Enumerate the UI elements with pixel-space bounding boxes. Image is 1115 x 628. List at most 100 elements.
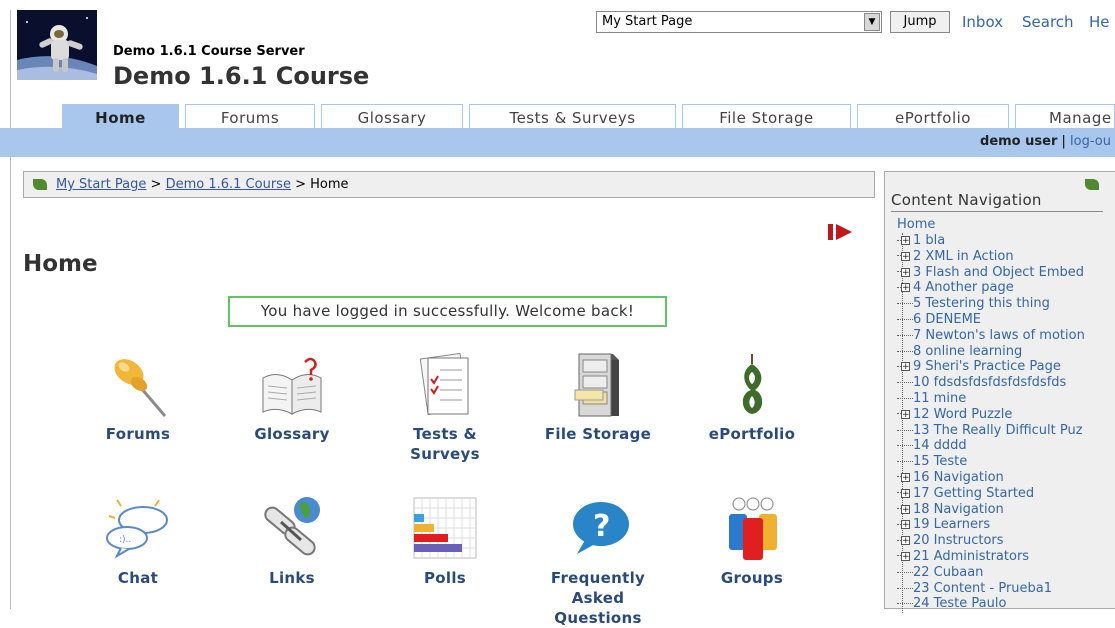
tool-tests-surveys[interactable]: Tests & Surveys [375, 350, 515, 464]
open-book-icon[interactable] [257, 350, 327, 420]
breadcrumb-course[interactable]: Demo 1.6.1 Course [166, 177, 291, 192]
tab-file-storage[interactable]: File Storage [682, 104, 851, 128]
nav-tree-item[interactable]: 14 dddd [897, 438, 1085, 454]
tab-glossary[interactable]: Glossary [321, 104, 463, 128]
tool-links[interactable]: Links [222, 494, 362, 588]
nav-tree-item[interactable]: 6 DENEME [897, 312, 1085, 328]
nav-tree-item-label[interactable]: 23 Content - Prueba1 [913, 581, 1052, 596]
search-link[interactable]: Search [1022, 13, 1074, 31]
nav-tree-item-label[interactable]: 19 Learners [913, 517, 990, 532]
inbox-link[interactable]: Inbox [962, 13, 1003, 31]
tab-eportfolio[interactable]: ePortfolio [857, 104, 1009, 128]
nav-tree-item[interactable]: +20 Instructors [897, 533, 1085, 549]
nav-tree-item-label[interactable]: 22 Cubaan [913, 565, 983, 580]
nav-tree-item-label[interactable]: 17 Getting Started [913, 486, 1034, 501]
breadcrumb-my-start-page[interactable]: My Start Page [56, 177, 146, 192]
nav-tree-item-label[interactable]: 9 Sheri's Practice Page [913, 359, 1061, 374]
nav-tree-item-label[interactable]: 6 DENEME [913, 312, 981, 327]
nav-tree-item[interactable]: 8 online learning [897, 344, 1085, 360]
question-bubble-icon[interactable]: ? [563, 494, 633, 564]
nav-tree-item[interactable]: +12 Word Puzzle [897, 407, 1085, 423]
bar-chart-icon[interactable] [410, 494, 480, 564]
people-group-icon[interactable] [717, 494, 787, 564]
tool-label: Tests & Surveys [410, 425, 480, 463]
expand-plus-icon[interactable]: + [901, 551, 910, 561]
nav-tree-item[interactable]: +1 bla [897, 233, 1085, 249]
tool-chat[interactable]: :).. Chat [68, 494, 208, 588]
nav-home-link[interactable]: Home [897, 217, 935, 232]
nav-tree-item-label[interactable]: 7 Newton's laws of motion [913, 328, 1085, 343]
nav-tree-item-label[interactable]: 4 Another page [913, 280, 1014, 295]
nav-tree-item-label[interactable]: 10 fdsdsfdsfdsfdsfdsfds [913, 375, 1066, 390]
jump-select[interactable]: My Start Page ▼ [596, 11, 882, 33]
filing-cabinet-icon[interactable] [563, 350, 633, 420]
nav-tree-item[interactable]: 5 Testering this thing [897, 296, 1085, 312]
nav-tree-item-label[interactable]: 12 Word Puzzle [913, 407, 1012, 422]
tool-polls[interactable]: Polls [375, 494, 515, 588]
tool-groups[interactable]: Groups [682, 494, 822, 588]
leaf-icon[interactable] [1085, 179, 1099, 190]
nav-tree-item[interactable]: +18 Navigation [897, 502, 1085, 518]
nav-tree-item-label[interactable]: 11 mine [913, 391, 966, 406]
expand-plus-icon[interactable]: + [901, 283, 910, 293]
jump-button[interactable]: Jump [890, 11, 950, 33]
expand-plus-icon[interactable]: + [901, 409, 910, 419]
nav-tree-item-label[interactable]: 16 Navigation [913, 470, 1004, 485]
expand-plus-icon[interactable]: + [901, 267, 910, 277]
nav-tree-item[interactable]: +17 Getting Started [897, 486, 1085, 502]
nav-tree-item-label[interactable]: 2 XML in Action [913, 249, 1014, 264]
nav-tree-item[interactable]: +3 Flash and Object Embed [897, 265, 1085, 281]
nav-tree-item-label[interactable]: 8 online learning [913, 344, 1022, 359]
nav-tree-item[interactable]: 15 Teste [897, 454, 1085, 470]
checklist-document-icon[interactable] [410, 350, 480, 420]
nav-tree-item-label[interactable]: 21 Administrators [913, 549, 1029, 564]
nav-tree-item[interactable]: 22 Cubaan [897, 565, 1085, 581]
nav-tree-item-label[interactable]: 20 Instructors [913, 533, 1004, 548]
nav-tree-item[interactable]: +9 Sheri's Practice Page [897, 359, 1085, 375]
chain-link-globe-icon[interactable] [257, 494, 327, 564]
tool-faq[interactable]: ? Frequently Asked Questions [528, 494, 668, 628]
nav-tree-item[interactable]: +21 Administrators [897, 549, 1085, 565]
nav-tree-item-label[interactable]: 1 bla [913, 233, 945, 248]
nav-tree-item[interactable]: 7 Newton's laws of motion [897, 328, 1085, 344]
tab-forums[interactable]: Forums [185, 104, 315, 128]
tab-manage[interactable]: Manage [1015, 104, 1115, 128]
expand-plus-icon[interactable]: + [901, 251, 910, 261]
help-link[interactable]: He [1089, 13, 1110, 31]
expand-plus-icon[interactable]: + [901, 536, 910, 546]
nav-tree-item[interactable]: 23 Content - Prueba1 [897, 581, 1085, 597]
nav-tree-item-label[interactable]: 18 Navigation [913, 502, 1004, 517]
dropdown-arrow-icon[interactable]: ▼ [864, 13, 880, 31]
nav-tree-item[interactable]: 13 The Really Difficult Puz [897, 423, 1085, 439]
nav-tree-item-label[interactable]: 3 Flash and Object Embed [913, 265, 1084, 280]
nav-tree-item[interactable]: 11 mine [897, 391, 1085, 407]
nav-tree-item[interactable]: +16 Navigation [897, 470, 1085, 486]
nav-tree-item[interactable]: +2 XML in Action [897, 249, 1085, 265]
tool-file-storage[interactable]: File Storage [528, 350, 668, 444]
nav-tree-item[interactable]: +4 Another page [897, 280, 1085, 296]
nav-tree-item-label[interactable]: 5 Testering this thing [913, 296, 1050, 311]
expand-plus-icon[interactable]: + [901, 236, 910, 246]
tab-tests-surveys[interactable]: Tests & Surveys [469, 104, 676, 128]
expand-plus-icon[interactable]: + [901, 520, 910, 530]
speech-bubbles-icon[interactable]: :).. [103, 494, 173, 564]
nav-tree-item-label[interactable]: 14 dddd [913, 438, 967, 453]
nav-tree-item-label[interactable]: 24 Teste Paulo [913, 596, 1006, 611]
nav-tree-item[interactable]: +19 Learners [897, 517, 1085, 533]
greenstone-pendant-icon[interactable] [717, 350, 787, 420]
tool-forums[interactable]: Forums [68, 350, 208, 444]
expand-plus-icon[interactable]: + [901, 504, 910, 514]
nav-tree-item-label[interactable]: 13 The Really Difficult Puz [913, 423, 1083, 438]
nav-tree-item[interactable]: 24 Teste Paulo [897, 596, 1085, 612]
nav-tree-item[interactable]: 10 fdsdsfdsfdsfdsfdsfds [897, 375, 1085, 391]
pushpin-icon[interactable] [103, 350, 173, 420]
next-page-icon[interactable] [828, 223, 854, 241]
tool-glossary[interactable]: Glossary [222, 350, 362, 444]
nav-tree-item-label[interactable]: 15 Teste [913, 454, 967, 469]
tool-eportfolio[interactable]: ePortfolio [682, 350, 822, 444]
expand-plus-icon[interactable]: + [901, 362, 910, 372]
expand-plus-icon[interactable]: + [901, 488, 910, 498]
expand-plus-icon[interactable]: + [901, 472, 910, 482]
logout-link[interactable]: log-ou [1070, 134, 1111, 149]
tab-home[interactable]: Home [62, 104, 179, 128]
